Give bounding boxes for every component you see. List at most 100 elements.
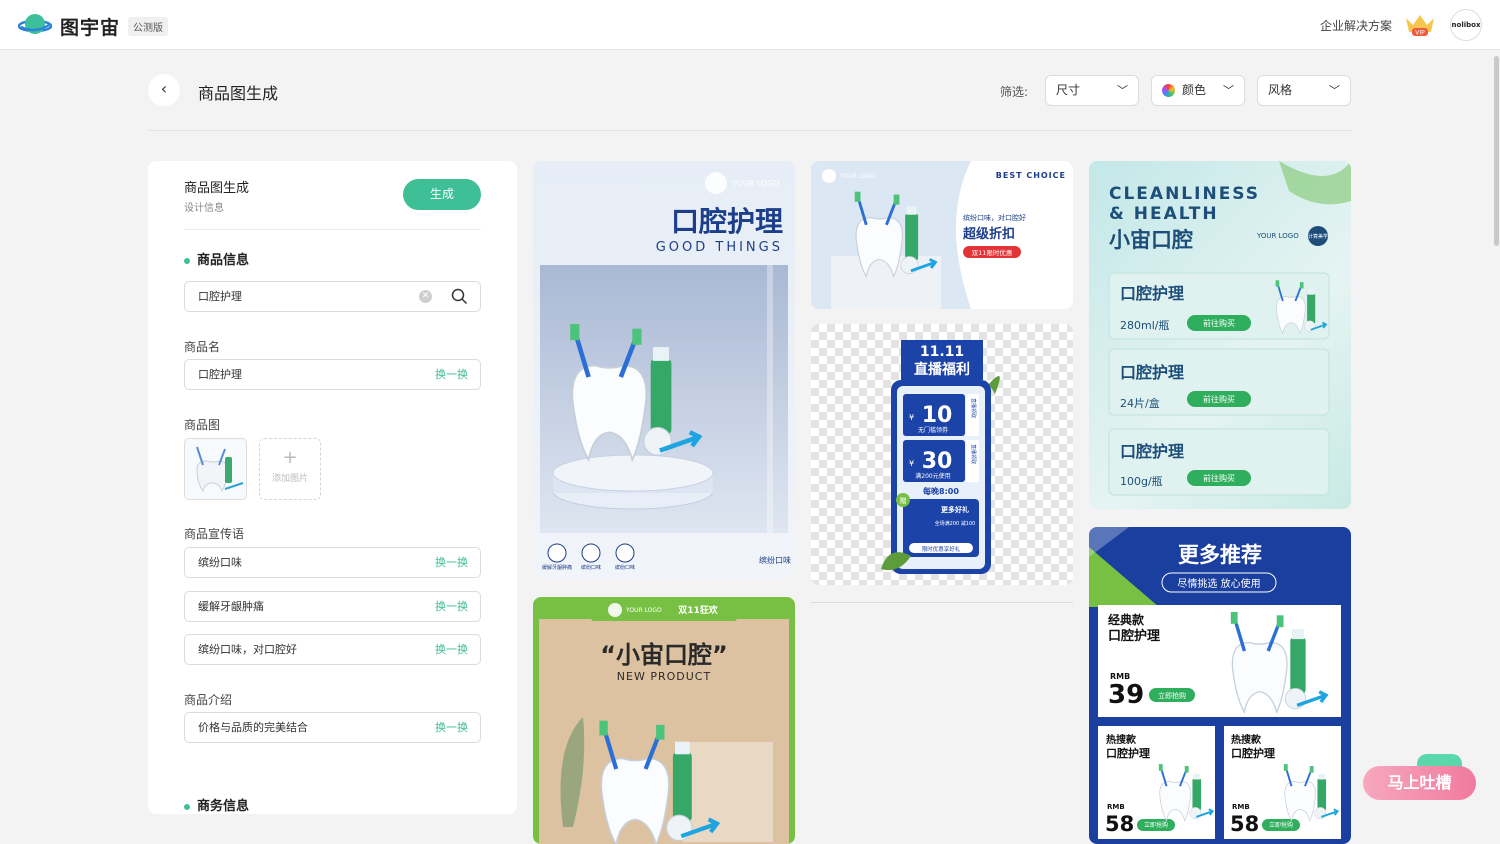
card-4-title: 直播福利 — [914, 361, 970, 378]
generate-button[interactable]: 生成 — [403, 179, 481, 210]
slogan-field-3[interactable]: 缤纷口味，对口腔好 换一换 — [184, 634, 481, 665]
back-button[interactable]: ‹ — [148, 74, 180, 106]
user-avatar[interactable]: nolibox — [1450, 9, 1482, 41]
template-card-6[interactable]: 更多推荐 尽情挑选 放心使用 经典款 口腔护理 RMB 39 立即抢购 热搜款 … — [1089, 527, 1351, 844]
card-3-pill: 双11限时优惠 — [972, 248, 1013, 257]
card-3-artwork: YOUR LOGO BEST CHOICE 缤纷口味，对口腔好 超级折扣 双11… — [811, 161, 1073, 309]
card-1-icon-label: 缤纷口味 — [581, 564, 601, 571]
template-card-2[interactable]: YOUR LOGO 双11狂欢 “小宙口腔” NEW PRODUCT — [533, 597, 795, 844]
swap-button[interactable]: 换一换 — [435, 635, 468, 664]
card-5-logo: YOUR LOGO — [1256, 232, 1299, 240]
add-image-label: 添加图片 — [271, 474, 308, 484]
card-4-coupon1-value: 10 — [922, 403, 953, 428]
swap-button[interactable]: 换一换 — [435, 360, 468, 389]
slogan-label: 商品宣传语 — [184, 527, 245, 541]
card-5-logo-badge: 计算美学 — [1308, 233, 1328, 240]
card-6-main-tag: 经典款 — [1108, 612, 1145, 627]
card-6-small-buy: 立即抢购 — [1269, 821, 1293, 829]
card-4-coupon2-note: 满200元使用 — [915, 472, 950, 480]
card-1-logo: YOUR LOGO — [731, 179, 780, 188]
card-2-logo: YOUR LOGO — [625, 607, 662, 614]
page-title: 商品图生成 — [198, 84, 279, 103]
color-filter-dropdown[interactable]: 颜色 ﹀ — [1151, 75, 1245, 106]
search-icon[interactable] — [451, 288, 468, 305]
product-image-thumbnail[interactable] — [184, 438, 247, 500]
swap-button[interactable]: 换一换 — [435, 713, 468, 742]
intro-field[interactable]: 价格与品质的完美结合 换一换 — [184, 712, 481, 743]
card-6-small-name: 口腔护理 — [1231, 746, 1275, 760]
card-5-item-1: 口腔护理 280ml/瓶 前往购买 — [1108, 272, 1330, 340]
card-5-item-spec: 280ml/瓶 — [1120, 318, 1169, 332]
card-2-title: “小宙口腔” — [600, 641, 728, 669]
card-5-item-spec: 24片/盒 — [1120, 396, 1160, 410]
feedback-button[interactable]: 马上吐槽 — [1363, 766, 1476, 800]
card-6-title: 更多推荐 — [1178, 543, 1262, 567]
card-2-artwork: YOUR LOGO 双11狂欢 “小宙口腔” NEW PRODUCT — [539, 601, 789, 844]
card-4-coupon1-note: 无门槛领券 — [918, 426, 948, 434]
card-4-gift-footer: 限时优惠享好礼 — [922, 545, 961, 553]
enterprise-solutions-link[interactable]: 企业解决方案 — [1320, 17, 1392, 34]
product-info-heading: 商品信息 — [184, 249, 249, 268]
template-card-1[interactable]: YOUR LOGO 口腔护理 GOOD THINGS 缓解牙龈肿痛 缤纷口味 缤… — [533, 161, 795, 579]
template-card-4[interactable]: 11.11 直播福利 ¥ 10 无门槛领券 直播领取 ¥ 30 满200元使用 … — [811, 324, 1073, 585]
product-info-heading-text: 商品信息 — [197, 253, 250, 268]
card-5-title: 小宙口腔 — [1109, 228, 1193, 252]
card-4-coupon1-currency: ¥ — [909, 413, 914, 422]
intro-value: 价格与品质的完美结合 — [198, 721, 308, 734]
slogan-field-1[interactable]: 缤纷口味 换一换 — [184, 547, 481, 578]
section-dot-icon — [184, 257, 190, 264]
toothbrush-product-icon — [185, 439, 246, 499]
vip-crown-icon[interactable]: VIP — [1403, 12, 1437, 38]
panel-title: 商品图生成 — [184, 181, 250, 196]
slogan-field-2[interactable]: 缓解牙龈肿痛 换一换 — [184, 591, 481, 622]
card-2-subtitle: NEW PRODUCT — [617, 670, 711, 683]
card-1-footer: 缤纷口味 — [759, 555, 791, 565]
slogan-value: 缓解牙龈肿痛 — [198, 600, 264, 613]
product-image-label: 商品图 — [184, 418, 221, 432]
style-filter-label: 风格 — [1268, 83, 1293, 97]
card-3-logo: YOUR LOGO — [839, 173, 876, 180]
card-4-gift-tag: 赠 — [900, 496, 907, 505]
swap-button[interactable]: 换一换 — [435, 548, 468, 577]
card-4-gift-title: 更多好礼 — [941, 505, 969, 514]
card-5-item-3: 口腔护理 100g/瓶 前往购买 — [1108, 428, 1330, 496]
planet-logo-icon[interactable] — [18, 12, 52, 38]
brand-name[interactable]: 图宇宙 — [60, 13, 120, 40]
card-5-buy-button: 前往购买 — [1203, 318, 1235, 328]
swap-button[interactable]: 换一换 — [435, 592, 468, 621]
card-6-small-price: 58 — [1105, 812, 1134, 836]
card-5-headline2: & HEALTH — [1109, 204, 1219, 224]
section-dot-icon — [184, 803, 190, 810]
add-image-button[interactable]: + 添加图片 — [259, 438, 321, 500]
clear-icon[interactable]: ✕ — [419, 290, 432, 303]
intro-label: 商品介绍 — [184, 693, 233, 707]
card-6-small-rmb: RMB — [1232, 803, 1250, 811]
feedback-label: 马上吐槽 — [1387, 773, 1452, 792]
card-3-badge: BEST CHOICE — [996, 171, 1066, 180]
page-scrollbar-thumb[interactable] — [1494, 56, 1499, 246]
card-6-small-name: 口腔护理 — [1106, 746, 1150, 760]
style-filter-dropdown[interactable]: 风格 ﹀ — [1257, 75, 1351, 106]
card-1-icon-label: 缤纷口味 — [615, 564, 635, 571]
product-search-input[interactable]: 口腔护理 ✕ — [184, 281, 481, 312]
card-4-coupon-side: 直播领取 — [970, 444, 977, 464]
vip-label: VIP — [1415, 30, 1425, 37]
beta-badge: 公测版 — [128, 17, 168, 36]
card-6-small-tag: 热搜款 — [1106, 733, 1137, 746]
search-value: 口腔护理 — [198, 290, 242, 303]
color-wheel-icon — [1162, 84, 1175, 97]
card-4-artwork: 11.11 直播福利 ¥ 10 无门槛领券 直播领取 ¥ 30 满200元使用 … — [811, 324, 1073, 585]
card-5-headline1: CLEANLINESS — [1109, 184, 1260, 204]
size-filter-dropdown[interactable]: 尺寸 ﹀ — [1045, 75, 1139, 106]
slogan-value: 缤纷口味，对口腔好 — [198, 643, 297, 656]
card-3-title: 超级折扣 — [963, 226, 1015, 242]
chevron-down-icon: ﹀ — [1223, 84, 1234, 97]
card-1-title: 口腔护理 — [671, 205, 783, 238]
template-card-3[interactable]: YOUR LOGO BEST CHOICE 缤纷口味，对口腔好 超级折扣 双11… — [811, 161, 1073, 309]
product-name-label: 商品名 — [184, 340, 221, 354]
template-card-5[interactable]: CLEANLINESS & HEALTH 小宙口腔 YOUR LOGO 计算美学… — [1089, 161, 1351, 509]
product-name-field[interactable]: 口腔护理 换一换 — [184, 359, 481, 390]
card-5-item-name: 口腔护理 — [1120, 442, 1184, 461]
color-filter-label: 颜色 — [1182, 83, 1207, 97]
card-6-small-rmb: RMB — [1107, 803, 1125, 811]
